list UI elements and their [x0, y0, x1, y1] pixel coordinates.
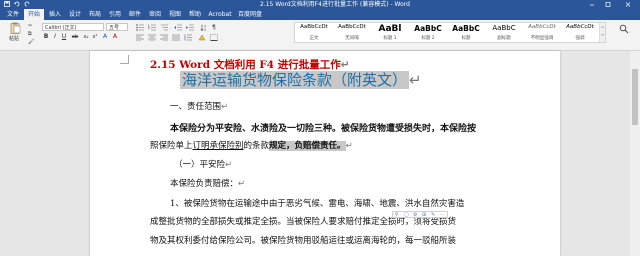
align-center-icon[interactable] — [148, 34, 156, 41]
paste-label: 粘贴 — [9, 36, 20, 42]
title-bar: 2.15 Word文档利用F4进行批量工作 (兼容模式) - Word — [0, 0, 640, 9]
subscript-button[interactable]: x₂ — [82, 33, 90, 41]
borders-icon[interactable] — [210, 34, 218, 41]
strikethrough-button[interactable]: ab — [70, 33, 80, 41]
save-icon[interactable] — [4, 1, 10, 7]
doc-title: 海洋运输货物保险条款（附英文） ↵ — [180, 71, 422, 89]
paragraph-mark: ↵ — [409, 71, 422, 89]
copy-icon[interactable]: ⧉ — [28, 31, 32, 37]
tab-layout[interactable]: 布局 — [86, 9, 104, 20]
tab-file[interactable]: 文件 — [4, 9, 22, 20]
bold-button[interactable]: B — [42, 33, 50, 41]
tab-view[interactable]: 视图 — [166, 9, 184, 20]
styles-scroll-button[interactable] — [599, 23, 605, 42]
scrollbar-thumb[interactable] — [632, 69, 638, 125]
chevron-down-icon — [600, 26, 605, 36]
svg-text:Z: Z — [204, 28, 206, 32]
tab-review[interactable]: 审阅 — [146, 9, 164, 20]
doc-subsection-1-desc: 本保险负责赔偿：↵ — [170, 179, 246, 189]
doc-para-1b: 照保险单上订明承保险别的条款规定，负赔偿责任。↵ — [150, 141, 353, 151]
numbering-icon[interactable] — [148, 24, 156, 31]
doc-section-1: 一、责任范围↵ — [170, 102, 229, 112]
tab-acrobat[interactable]: Acrobat — [206, 9, 234, 20]
sort-icon[interactable]: AZ — [200, 24, 208, 31]
decrease-indent-icon[interactable] — [174, 24, 182, 31]
layout-icon[interactable]: ⊞ — [422, 212, 426, 218]
multilevel-list-icon[interactable] — [160, 24, 168, 31]
close-button[interactable] — [616, 0, 640, 9]
line-spacing-icon[interactable] — [184, 34, 192, 41]
styles-gallery: AaBbCcDt 正文 AaBbCcDt 无间隔 AaBl 标题 1 AaBbC… — [294, 22, 606, 43]
style-heading-1[interactable]: AaBl 标题 1 — [371, 23, 409, 42]
underlined-term: 订明承保险别 — [192, 141, 244, 151]
paragraph-mark: ↵ — [225, 160, 233, 170]
selected-text: 规定，负赔偿责任。 — [269, 141, 346, 151]
style-no-spacing[interactable]: AaBbCcDt 无间隔 — [333, 23, 371, 42]
search-icon[interactable] — [619, 24, 629, 34]
increase-indent-icon[interactable] — [186, 24, 194, 31]
text-highlight-icon[interactable]: A — [101, 33, 109, 41]
style-title[interactable]: AaBbC 标题 — [447, 23, 485, 42]
style-heading-2[interactable]: AaBbC 标题 2 — [409, 23, 447, 42]
cut-icon[interactable]: ✂ — [28, 23, 32, 29]
ribbon: 粘贴 ✂ ⧉ 🖌 Calibri (正文) 五号 B I U ab x₂ x² … — [0, 20, 640, 51]
paragraph-mark: ↵ — [345, 141, 353, 151]
more-icon[interactable]: ⋯ — [440, 212, 445, 218]
ribbon-tab-bar: 文件 开始 插入 设计 布局 引用 邮件 审阅 视图 帮助 Acrobat 百度… — [0, 9, 640, 20]
tab-insert[interactable]: 插入 — [46, 9, 64, 20]
maximize-button[interactable] — [600, 0, 616, 9]
paragraph-mark: ↵ — [238, 179, 246, 189]
italic-button[interactable]: I — [51, 33, 59, 41]
style-normal[interactable]: AaBbCcDt 正文 — [295, 23, 333, 42]
style-icon[interactable]: ✎ — [431, 212, 435, 218]
document-area: 2.15 Word 文档利用 F4 进行批量工作↵ 海洋运输货物保险条款（附英文… — [0, 51, 640, 256]
style-emphasis[interactable]: AaBbCcDt 强调 — [561, 23, 599, 42]
mini-toolbar[interactable]: ⚲ ▢ ⚙ ⊞ ✎ ⋯ — [392, 211, 448, 218]
shading-icon[interactable] — [198, 34, 206, 41]
font-name-box[interactable]: Calibri (正文) — [42, 23, 104, 31]
doc-para-1a: 本保险分为平安险、水渍险及一切险三种。被保险货物遭受损失时，本保险按 — [170, 124, 477, 134]
paragraph-mark: ↵ — [221, 102, 229, 112]
show-paragraph-marks-icon[interactable]: ¶ — [212, 24, 216, 31]
editing-group — [610, 22, 638, 46]
minimize-button[interactable] — [584, 0, 600, 9]
tab-help[interactable]: 帮助 — [186, 9, 204, 20]
vertical-scrollbar[interactable] — [630, 51, 640, 256]
redo-icon[interactable] — [24, 1, 30, 7]
link-icon[interactable]: ⚲ — [395, 212, 399, 218]
margin-marker — [120, 55, 129, 64]
justify-icon[interactable] — [172, 34, 180, 41]
superscript-button[interactable]: x² — [91, 33, 99, 41]
tab-references[interactable]: 引用 — [106, 9, 124, 20]
tab-mailings[interactable]: 邮件 — [126, 9, 144, 20]
font-size-box[interactable]: 五号 — [106, 23, 128, 31]
tab-baidu-netdisk[interactable]: 百度网盘 — [236, 9, 264, 20]
align-left-icon[interactable] — [136, 34, 144, 41]
doc-subsection-1: （一）平安险↵ — [174, 160, 233, 170]
settings-icon[interactable]: ⚙ — [413, 212, 417, 218]
align-right-icon[interactable] — [160, 34, 168, 41]
clipboard-icon — [10, 22, 21, 34]
document-page[interactable]: 2.15 Word 文档利用 F4 进行批量工作↵ 海洋运输货物保险条款（附英文… — [90, 51, 560, 256]
format-painter-icon[interactable]: 🖌 — [28, 39, 34, 45]
underline-button[interactable]: U — [60, 33, 68, 41]
undo-icon[interactable] — [14, 1, 20, 7]
font-color-icon[interactable]: A — [111, 33, 119, 41]
doc-item-1a: 1、被保险货物在运输途中由于恶劣气候、雷电、海啸、地震、洪水自然灾害造 — [170, 199, 465, 209]
tab-home[interactable]: 开始 — [24, 9, 44, 20]
bullets-icon[interactable] — [136, 24, 144, 31]
tab-design[interactable]: 设计 — [66, 9, 84, 20]
window-title: 2.15 Word文档利用F4进行批量工作 (兼容模式) - Word — [260, 1, 410, 8]
style-subtitle[interactable]: AaBbC 副标题 — [485, 23, 523, 42]
doc-item-1c: 物及其权利委付给保险公司。被保险货物用驳船运往或运离海轮的，每一驳船所装 — [150, 236, 457, 246]
comment-icon[interactable]: ▢ — [404, 212, 409, 218]
style-subtle-emphasis[interactable]: AaBbCcDt 不明显强调 — [523, 23, 561, 42]
paste-button[interactable]: 粘贴 — [4, 22, 26, 42]
